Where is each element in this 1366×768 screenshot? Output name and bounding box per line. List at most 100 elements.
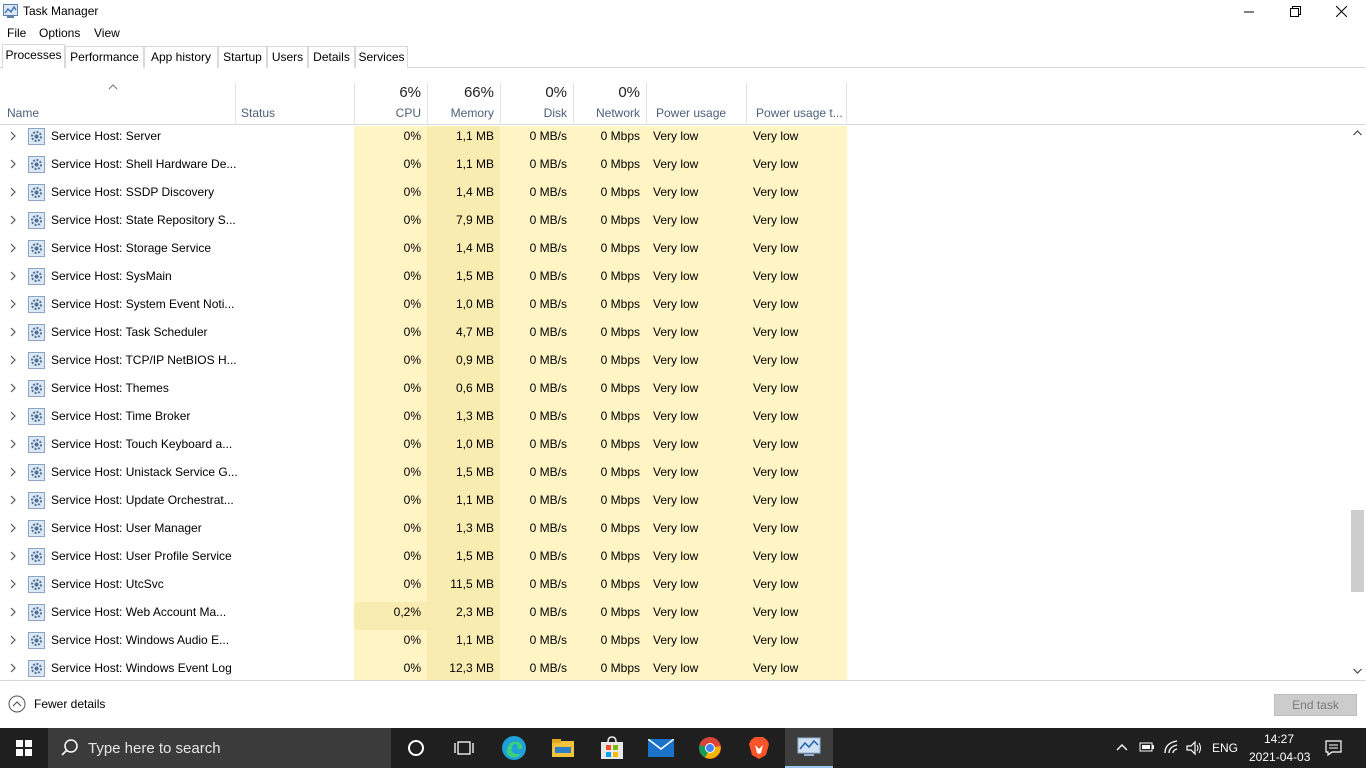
table-row[interactable]: Service Host: TCP/IP NetBIOS H... 0% 0,9 M… — [0, 350, 1348, 378]
table-row[interactable]: Service Host: Time Broker 0% 1,3 MB 0 MB/s 0… — [0, 406, 1348, 434]
task-manager-taskbar-button[interactable] — [785, 728, 833, 768]
expand-chevron-icon[interactable] — [8, 634, 18, 646]
table-row[interactable]: Service Host: SSDP Discovery 0% 1,4 MB 0 MB… — [0, 182, 1348, 210]
table-row[interactable]: Service Host: SysMain 0% 1,5 MB 0 MB/s 0 Mbp… — [0, 266, 1348, 294]
table-row[interactable]: Service Host: Update Orchestrat... 0% 1,1 … — [0, 490, 1348, 518]
disk-cell: 0 MB/s — [500, 546, 573, 574]
edge-button[interactable] — [490, 728, 538, 768]
header-memory[interactable]: 66% Memory — [427, 82, 500, 125]
menu-view[interactable]: View — [94, 26, 120, 40]
header-power-usage[interactable]: Power usage — [646, 82, 746, 125]
mail-button[interactable] — [637, 728, 685, 768]
taskbar-search-box[interactable]: Type here to search — [48, 728, 391, 768]
expand-chevron-icon[interactable] — [8, 242, 18, 254]
table-row[interactable]: Service Host: Server 0% 1,1 MB 0 MB/s 0 Mbps… — [0, 126, 1348, 154]
expand-chevron-icon[interactable] — [8, 606, 18, 618]
header-status[interactable]: Status — [235, 82, 354, 125]
expand-chevron-icon[interactable] — [8, 382, 18, 394]
service-gear-icon — [28, 380, 45, 397]
power-usage-cell: Very low — [646, 294, 746, 322]
scroll-down-icon[interactable] — [1353, 668, 1362, 674]
expand-chevron-icon[interactable] — [8, 214, 18, 226]
menu-options[interactable]: Options — [39, 26, 80, 40]
expand-chevron-icon[interactable] — [8, 550, 18, 562]
expand-chevron-icon[interactable] — [8, 578, 18, 590]
power-trend-cell: Very low — [746, 406, 847, 434]
expand-chevron-icon[interactable] — [8, 494, 18, 506]
expand-chevron-icon[interactable] — [8, 438, 18, 450]
table-row[interactable]: Service Host: Themes 0% 0,6 MB 0 MB/s 0 Mbps… — [0, 378, 1348, 406]
table-row[interactable]: Service Host: Windows Event Log 0% 12,3 MB… — [0, 658, 1348, 680]
menu-file[interactable]: File — [7, 26, 26, 40]
table-row[interactable]: Service Host: UtcSvc 0% 11,5 MB 0 MB/s 0 Mbp… — [0, 574, 1348, 602]
file-explorer-button[interactable] — [539, 728, 587, 768]
restore-icon — [1289, 5, 1301, 17]
action-center-icon[interactable] — [1325, 740, 1342, 756]
input-language[interactable]: ENG — [1212, 741, 1238, 755]
expand-chevron-icon[interactable] — [8, 326, 18, 338]
header-cpu[interactable]: 6% CPU — [354, 82, 427, 125]
expand-chevron-icon[interactable] — [8, 410, 18, 422]
table-row[interactable]: Service Host: State Repository S... 0% 7,9… — [0, 210, 1348, 238]
header-network[interactable]: 0% Network — [573, 82, 646, 125]
show-hidden-icons-icon[interactable] — [1116, 743, 1128, 751]
expand-chevron-icon[interactable] — [8, 130, 18, 142]
expand-chevron-icon[interactable] — [8, 522, 18, 534]
expand-chevron-icon[interactable] — [8, 466, 18, 478]
minimize-button[interactable] — [1226, 0, 1272, 22]
scroll-up-icon[interactable] — [1353, 130, 1362, 136]
close-icon — [1335, 5, 1347, 17]
store-button[interactable] — [588, 728, 636, 768]
table-row[interactable]: Service Host: Touch Keyboard a... 0% 1,0 M… — [0, 434, 1348, 462]
start-button[interactable] — [0, 728, 48, 768]
expand-chevron-icon[interactable] — [8, 662, 18, 674]
restore-button[interactable] — [1272, 0, 1318, 22]
tab-app-history[interactable]: App history — [144, 46, 218, 68]
power-trend-cell: Very low — [746, 350, 847, 378]
tab-performance[interactable]: Performance — [65, 46, 144, 68]
table-row[interactable]: Service Host: Task Scheduler 0% 4,7 MB 0 MB… — [0, 322, 1348, 350]
close-button[interactable] — [1318, 0, 1364, 22]
tab-services[interactable]: Services — [355, 46, 408, 68]
power-usage-cell: Very low — [646, 602, 746, 630]
end-task-button[interactable]: End task — [1274, 694, 1357, 716]
clock-time[interactable]: 14:27 — [1264, 732, 1294, 746]
tab-processes[interactable]: Processes — [2, 44, 65, 69]
volume-icon[interactable] — [1186, 740, 1202, 756]
table-row[interactable]: Service Host: Web Account Ma... 0,2% 2,3 M… — [0, 602, 1348, 630]
expand-chevron-icon[interactable] — [8, 186, 18, 198]
tab-startup[interactable]: Startup — [218, 46, 267, 68]
table-row[interactable]: Service Host: Windows Audio E... 0% 1,1 MB… — [0, 630, 1348, 658]
expand-chevron-icon[interactable] — [8, 354, 18, 366]
service-gear-icon — [28, 548, 45, 565]
vertical-scrollbar[interactable] — [1349, 126, 1366, 680]
memory-cell: 1,3 MB — [427, 406, 500, 434]
tab-details[interactable]: Details — [308, 46, 355, 68]
brave-button[interactable] — [735, 728, 783, 768]
header-disk[interactable]: 0% Disk — [500, 82, 573, 125]
header-power-trend[interactable]: Power usage t... — [746, 82, 847, 125]
scrollbar-thumb[interactable] — [1351, 510, 1364, 592]
table-row[interactable]: Service Host: System Event Noti... 0% 1,0 … — [0, 294, 1348, 322]
table-row[interactable]: Service Host: Unistack Service G... 0% 1,5… — [0, 462, 1348, 490]
clock-date[interactable]: 2021-04-03 — [1249, 750, 1310, 764]
fewer-details-label: Fewer details — [34, 697, 106, 711]
disk-cell: 0 MB/s — [500, 210, 573, 238]
memory-cell: 1,0 MB — [427, 294, 500, 322]
table-row[interactable]: Service Host: User Manager 0% 1,3 MB 0 MB/s… — [0, 518, 1348, 546]
table-row[interactable]: Service Host: User Profile Service 0% 1,5 … — [0, 546, 1348, 574]
tab-users[interactable]: Users — [267, 46, 308, 68]
network-icon[interactable] — [1163, 739, 1179, 755]
expand-chevron-icon[interactable] — [8, 270, 18, 282]
fewer-details-button[interactable]: Fewer details — [8, 695, 105, 713]
expand-chevron-icon[interactable] — [8, 158, 18, 170]
task-view-button[interactable] — [440, 728, 488, 768]
chrome-button[interactable] — [686, 728, 734, 768]
expand-chevron-icon[interactable] — [8, 298, 18, 310]
table-row[interactable]: Service Host: Storage Service 0% 1,4 MB 0 M… — [0, 238, 1348, 266]
process-list: Service Host: Server 0% 1,1 MB 0 MB/s 0 Mbps… — [0, 126, 1348, 680]
battery-icon[interactable] — [1139, 741, 1155, 753]
header-name[interactable]: Name — [0, 82, 235, 125]
cortana-button[interactable] — [392, 728, 440, 768]
table-row[interactable]: Service Host: Shell Hardware De... 0% 1,1 … — [0, 154, 1348, 182]
